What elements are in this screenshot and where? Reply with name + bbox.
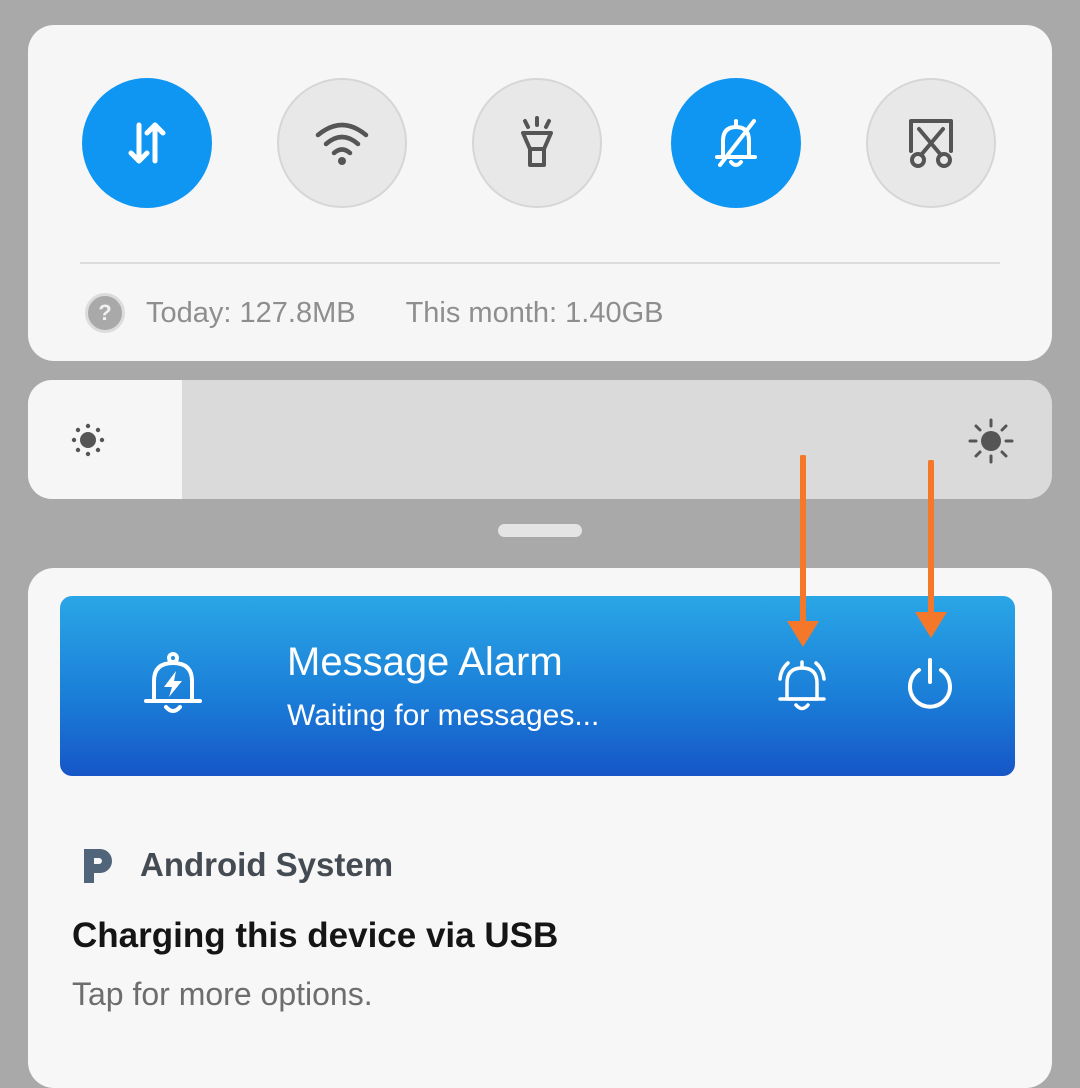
usb-charging-title[interactable]: Charging this device via USB (72, 916, 558, 956)
sun-small-icon (71, 423, 105, 457)
screenshot-scissors-icon (909, 119, 953, 168)
quick-settings-panel: ? Today: 127.8MB This month: 1.40GB (28, 25, 1052, 361)
flashlight-icon (521, 116, 553, 167)
usage-month: This month: 1.40GB (405, 296, 664, 329)
usb-charging-text[interactable]: Tap for more options. (72, 976, 373, 1013)
help-icon[interactable]: ? (85, 293, 125, 333)
bell-off-icon (715, 119, 757, 167)
wifi-toggle[interactable] (277, 78, 407, 208)
message-alarm-title: Message Alarm (287, 640, 563, 684)
android-system-app-name: Android System (140, 846, 394, 883)
alarm-bell-icon[interactable] (772, 653, 832, 717)
data-arrows-icon (128, 122, 166, 164)
brightness-slider[interactable] (28, 380, 1052, 499)
panel-drag-handle[interactable] (498, 524, 582, 537)
usage-today: Today: 127.8MB (146, 296, 356, 329)
annotation-arrow-bell (787, 455, 819, 647)
annotation-arrow-power (915, 460, 947, 638)
mobile-data-toggle[interactable] (82, 78, 212, 208)
sun-large-icon (968, 418, 1014, 464)
screenshot-toggle[interactable] (866, 78, 996, 208)
message-alarm-status: Waiting for messages... (287, 699, 600, 732)
data-usage-row[interactable]: ? Today: 127.8MB This month: 1.40GB (85, 291, 663, 335)
silent-mode-toggle[interactable] (671, 78, 801, 208)
message-alarm-notification[interactable]: Message Alarm Waiting for messages... (60, 596, 1015, 776)
power-icon[interactable] (900, 654, 960, 716)
bell-bolt-icon (144, 652, 202, 713)
notification-panel: Message Alarm Waiting for messages... An… (28, 568, 1052, 1088)
android-system-p-icon (84, 849, 112, 883)
quick-settings-divider (80, 262, 1000, 264)
flashlight-toggle[interactable] (472, 78, 602, 208)
android-system-header: Android System (80, 845, 393, 885)
wifi-icon (315, 122, 369, 165)
